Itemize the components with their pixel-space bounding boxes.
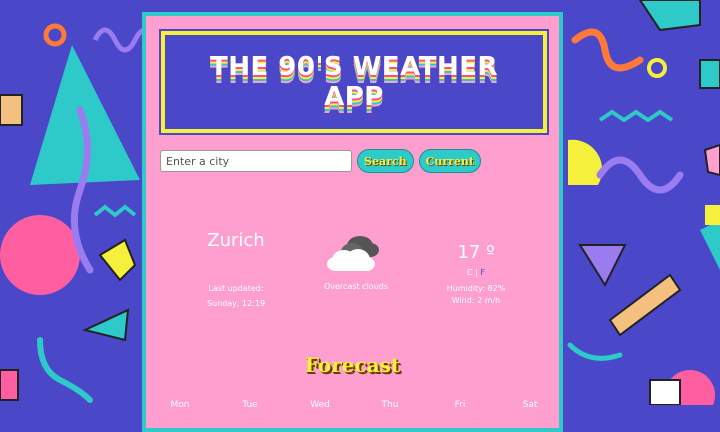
pink-circle-shape bbox=[0, 215, 80, 295]
weather-description: Overcast clouds bbox=[323, 282, 389, 291]
forecast-day: Mon bbox=[170, 400, 190, 410]
orange-ring-shape bbox=[43, 23, 67, 47]
orange-squiggle-shape bbox=[571, 28, 644, 72]
teal-zigzag-right-shape bbox=[598, 109, 674, 123]
title-banner: THE 90'S WEATHER APP bbox=[159, 29, 549, 135]
weather-card: THE 90'S WEATHER APP Search Current Zuri… bbox=[142, 12, 563, 432]
white-block-shape bbox=[649, 379, 681, 405]
teal-arc-shape bbox=[567, 342, 623, 361]
temperature-value: 17 º bbox=[457, 242, 495, 263]
yellow-block-shape bbox=[705, 205, 720, 225]
forecast-day: Tue bbox=[242, 400, 258, 410]
unit-toggle: C | F bbox=[436, 268, 516, 277]
humidity-value: Humidity: 82% bbox=[446, 284, 506, 293]
teal-block-shape bbox=[699, 59, 720, 89]
search-form: Search Current bbox=[160, 149, 481, 173]
weather-details: Humidity: 82% Wind: 2 m/h bbox=[426, 283, 526, 307]
yellow-semicircle-shape bbox=[568, 139, 603, 185]
celsius-link[interactable]: C bbox=[467, 268, 473, 277]
teal-shard-shape bbox=[82, 308, 130, 342]
overcast-cloud-icon bbox=[322, 226, 382, 276]
city-name: Zurich bbox=[207, 230, 265, 251]
fahrenheit-link[interactable]: F bbox=[480, 268, 485, 277]
teal-corner-shape bbox=[700, 220, 720, 270]
forecast-day: Fri bbox=[454, 400, 466, 410]
forecast-day: Thu bbox=[381, 400, 399, 410]
current-location-button[interactable]: Current bbox=[418, 149, 481, 173]
teal-zigzag-shape bbox=[93, 204, 137, 218]
purple-wave-right-shape bbox=[596, 156, 684, 194]
pink-shard-shape bbox=[703, 143, 720, 177]
pink-block-shape bbox=[0, 369, 19, 401]
purple-triangle-shape bbox=[578, 244, 627, 288]
teal-prism-shape bbox=[638, 0, 701, 32]
forecast-day: Sat bbox=[522, 400, 538, 410]
tan-block-shape bbox=[0, 94, 23, 126]
last-updated-time: Sunday, 12:19 bbox=[206, 299, 266, 308]
search-button[interactable]: Search bbox=[357, 149, 414, 173]
last-updated-label: Last updated: bbox=[208, 284, 264, 293]
forecast-day: Wed bbox=[310, 400, 330, 410]
yellow-ring-shape bbox=[647, 58, 667, 78]
city-search-input[interactable] bbox=[160, 150, 352, 172]
last-updated: Last updated: Sunday, 12:19 bbox=[176, 281, 296, 311]
unit-separator: | bbox=[475, 268, 478, 277]
wind-value: Wind: 2 m/h bbox=[451, 296, 501, 305]
teal-curve-shape bbox=[37, 337, 93, 403]
tan-bar-shape bbox=[608, 273, 682, 337]
app-title: THE 90'S WEATHER APP bbox=[209, 52, 499, 112]
forecast-days: Mon Tue Wed Thu Fri Sat bbox=[160, 400, 550, 410]
forecast-heading: Forecast bbox=[304, 353, 401, 377]
yellow-chevron-shape bbox=[98, 238, 137, 282]
